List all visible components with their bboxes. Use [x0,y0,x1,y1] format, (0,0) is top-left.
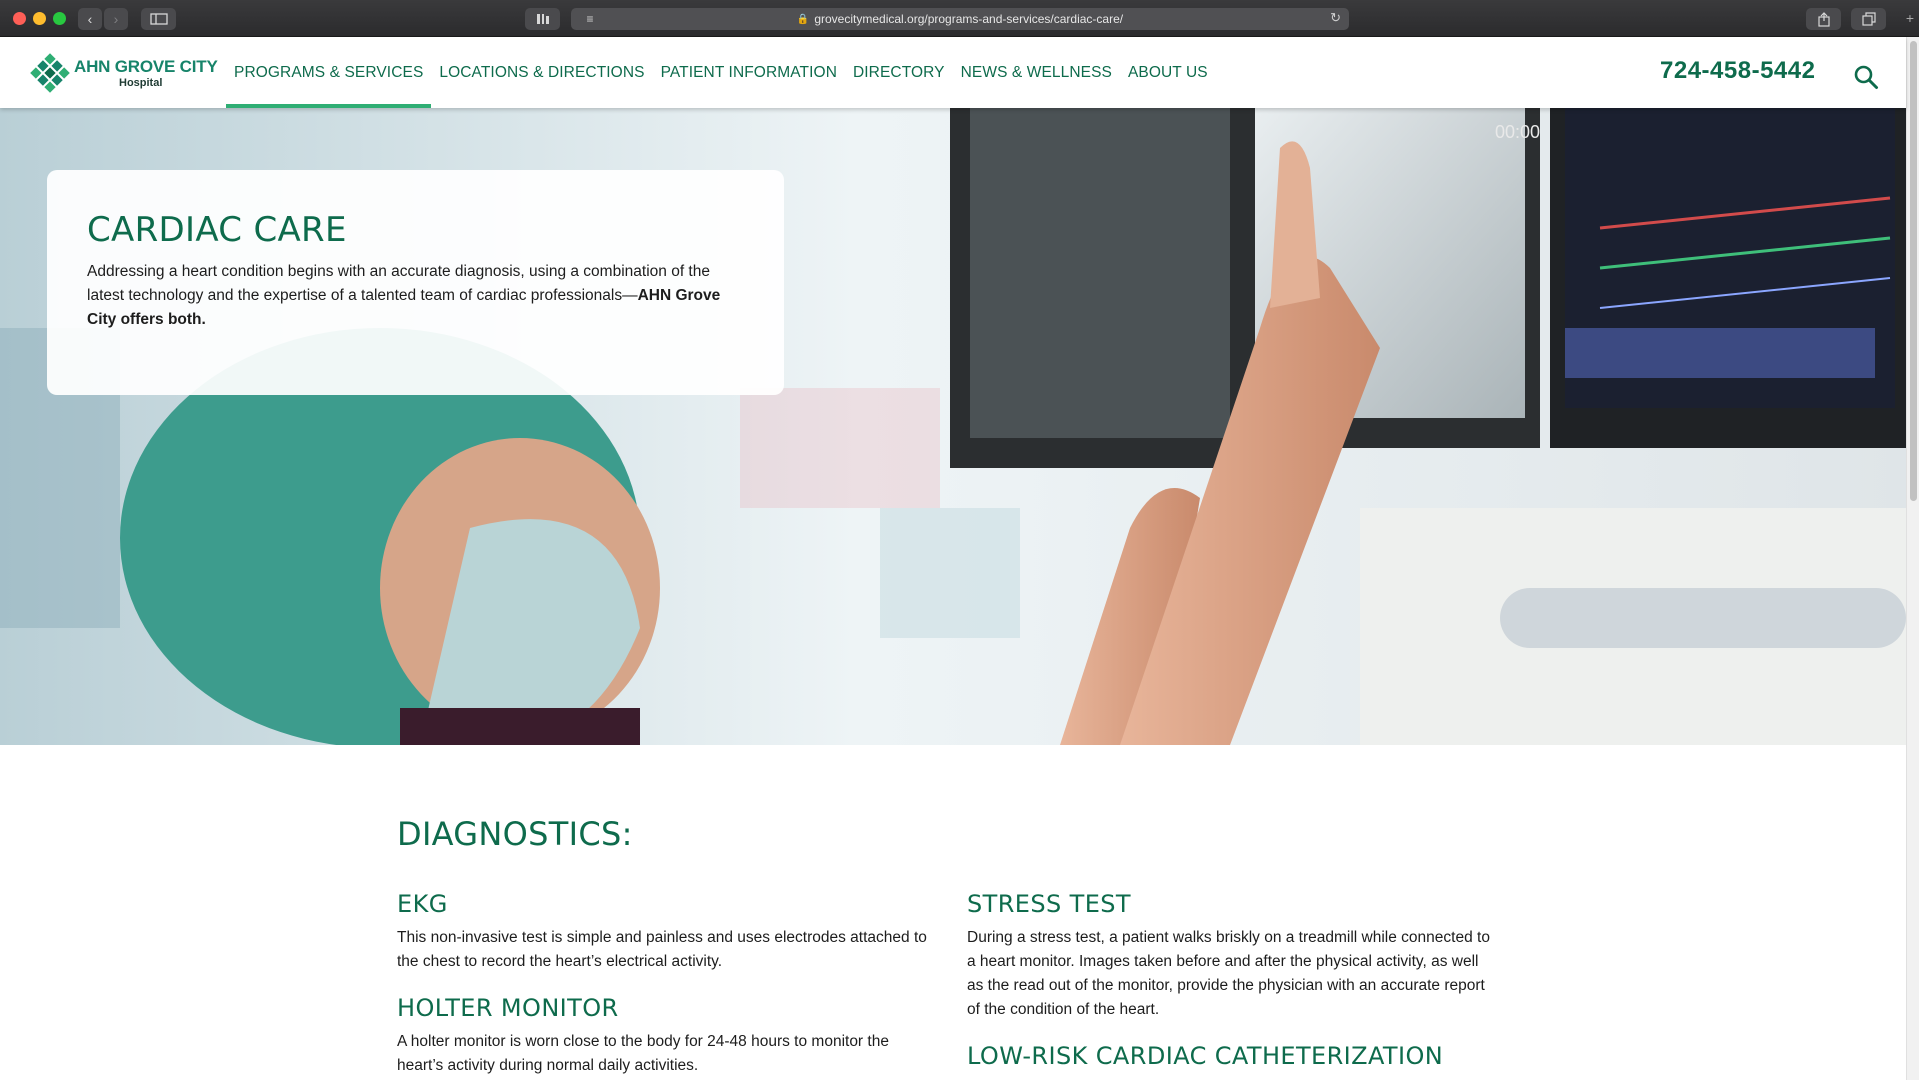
nav-label: ABOUT US [1127,63,1208,81]
extensions-button[interactable] [525,8,560,30]
page-title: CARDIAC CARE [87,210,347,250]
chevron-right-icon: › [113,11,119,27]
section-title: DIAGNOSTICS: [397,815,633,853]
nav-label: PROGRAMS & SERVICES [234,63,424,81]
diagnostic-item-title: EKG [397,890,448,918]
browser-toolbar: ‹ › ≡ 🔒 grovecitymedical.org/programs-an… [0,0,1919,37]
fullscreen-window-button[interactable] [53,12,66,25]
search-icon[interactable] [1853,64,1879,90]
diagnostics-section: DIAGNOSTICS: EKG This non-invasive test … [0,745,1906,1080]
share-button[interactable] [1806,8,1841,30]
extension-icon [536,14,549,24]
nav-programs-services[interactable]: PROGRAMS & SERVICES [226,37,432,108]
chevron-left-icon: ‹ [87,11,93,27]
sidebar-toggle-button[interactable] [141,8,176,30]
page-scrollbar[interactable] [1906,37,1919,1080]
nav-label: NEWS & WELLNESS [960,63,1112,81]
hero-banner: 00:00 CARDIAC CARE Addressing a heart co… [0,108,1906,745]
nav-about-us[interactable]: ABOUT US [1120,37,1216,108]
nav-directory[interactable]: DIRECTORY [845,37,953,108]
site-header: AHN GROVE CITY Hospital PROGRAMS & SERVI… [0,37,1906,108]
diagnostic-item-text: During a stress test, a patient walks br… [967,929,1490,1018]
minimize-window-button[interactable] [33,12,46,25]
logo-name: AHN GROVE CITY [74,57,218,76]
diamond-logo-icon [30,53,70,93]
sidebar-icon [149,13,168,25]
monitor-timer-readout: 00:00 [1495,122,1540,142]
main-navigation: PROGRAMS & SERVICES LOCATIONS & DIRECTIO… [226,37,1216,108]
diagnostic-item-text: This non-invasive test is simple and pai… [397,929,927,970]
hero-description: Addressing a heart condition begins with… [87,260,747,332]
nav-locations-directions[interactable]: LOCATIONS & DIRECTIONS [431,37,652,108]
hero-intro-card: CARDIAC CARE Addressing a heart conditio… [47,170,784,395]
reload-icon[interactable]: ↻ [1330,10,1341,26]
phone-number-link[interactable]: 724-458-5442 [1660,57,1815,85]
tabs-overview-button[interactable] [1851,8,1886,30]
plus-icon: + [1905,10,1915,26]
forward-button[interactable]: › [104,8,128,30]
url-text: grovecitymedical.org/programs-and-servic… [814,12,1124,26]
close-window-button[interactable] [13,12,26,25]
share-icon [1817,11,1830,27]
nav-label: PATIENT INFORMATION [660,63,837,81]
lock-icon: 🔒 [796,13,810,25]
nav-label: LOCATIONS & DIRECTIONS [439,63,645,81]
diagnostic-item-holter-monitor: HOLTER MONITOR A holter monitor is worn … [397,994,937,1078]
hero-text-regular: Addressing a heart condition begins with… [87,263,710,304]
diagnostic-item-ekg: EKG This non-invasive test is simple and… [397,890,937,974]
address-bar[interactable]: ≡ 🔒 grovecitymedical.org/programs-and-se… [571,8,1349,30]
logo-subtitle: Hospital [119,77,163,89]
diagnostic-item-title: LOW-RISK CARDIAC CATHETERIZATION [967,1042,1444,1070]
scrollbar-thumb[interactable] [1910,41,1917,501]
diagnostic-item-low-risk-cardiac-catheterization: LOW-RISK CARDIAC CATHETERIZATION [967,1042,1527,1070]
nav-patient-information[interactable]: PATIENT INFORMATION [653,37,845,108]
diagnostic-item-text: A holter monitor is worn close to the bo… [397,1033,889,1074]
nav-label: DIRECTORY [852,63,945,81]
diagnostic-item-stress-test: STRESS TEST During a stress test, a pati… [967,890,1497,1022]
new-tab-button[interactable]: + [1901,10,1919,37]
hospital-logo[interactable]: AHN GROVE CITY Hospital [30,52,218,94]
diagnostic-item-title: STRESS TEST [967,890,1131,918]
tabs-icon [1861,12,1876,26]
nav-news-wellness[interactable]: NEWS & WELLNESS [953,37,1120,108]
reader-mode-icon[interactable]: ≡ [577,11,603,27]
back-button[interactable]: ‹ [78,8,102,30]
diagnostic-item-title: HOLTER MONITOR [397,994,619,1022]
